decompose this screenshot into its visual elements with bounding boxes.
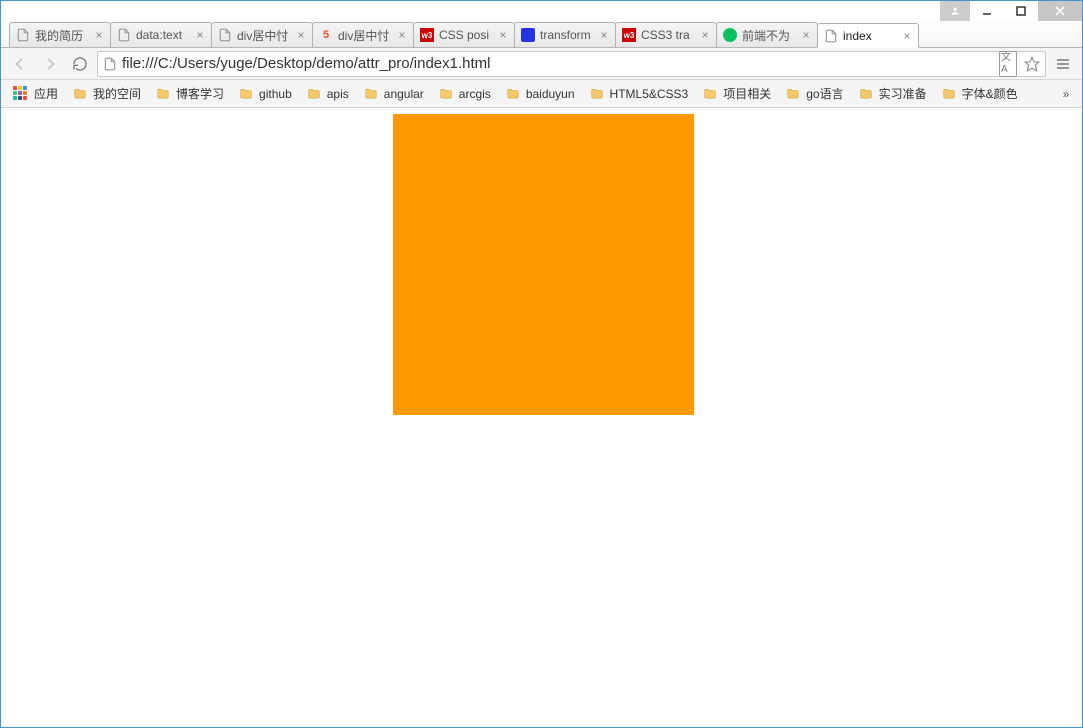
tab-favicon-4: w3	[420, 28, 434, 42]
bookmark-7[interactable]: HTML5&CSS3	[583, 82, 695, 105]
tab-favicon-1	[117, 28, 131, 42]
tab-label-0: 我的简历	[35, 27, 92, 44]
tab-favicon-3: 5	[319, 28, 333, 42]
tab-close-3[interactable]: ×	[395, 28, 409, 42]
tab-8[interactable]: index×	[817, 23, 919, 48]
tab-label-8: index	[843, 29, 900, 43]
bookmark-10[interactable]: 实习准备	[852, 82, 933, 105]
tab-favicon-7	[723, 28, 737, 42]
forward-button[interactable]	[37, 51, 63, 77]
tab-label-6: CSS3 tra	[641, 28, 698, 42]
bookmark-6[interactable]: baiduyun	[499, 82, 581, 105]
user-icon[interactable]	[940, 1, 970, 21]
browser-toolbar: file:///C:/Users/yuge/Desktop/demo/attr_…	[1, 48, 1082, 80]
bookmark-star-icon[interactable]	[1023, 51, 1041, 77]
apps-shortcut[interactable]: 应用	[7, 82, 64, 105]
back-button[interactable]	[7, 51, 33, 77]
tab-label-1: data:text	[136, 28, 193, 42]
bookmark-label-1: 博客学习	[176, 85, 224, 102]
bookmark-9[interactable]: go语言	[779, 82, 849, 105]
folder-icon	[505, 87, 521, 101]
tab-6[interactable]: w3 CSS3 tra×	[615, 22, 717, 47]
bookmark-0[interactable]: 我的空间	[66, 82, 147, 105]
folder-icon	[438, 87, 454, 101]
bookmark-label-7: HTML5&CSS3	[610, 87, 689, 101]
bookmark-label-0: 我的空间	[93, 85, 141, 102]
tab-close-6[interactable]: ×	[698, 28, 712, 42]
bookmark-label-2: github	[259, 87, 292, 101]
tab-close-0[interactable]: ×	[92, 28, 106, 42]
folder-icon	[155, 87, 171, 101]
tab-close-1[interactable]: ×	[193, 28, 207, 42]
tab-2[interactable]: div居中忖×	[211, 22, 313, 47]
tab-close-5[interactable]: ×	[597, 28, 611, 42]
bookmark-label-10: 实习准备	[879, 85, 927, 102]
tab-label-3: div居中忖	[338, 27, 395, 44]
tab-close-7[interactable]: ×	[799, 28, 813, 42]
tab-3[interactable]: 5 div居中忖×	[312, 22, 414, 47]
tab-label-4: CSS posi	[439, 28, 496, 42]
minimize-button[interactable]	[970, 1, 1004, 21]
menu-button[interactable]	[1050, 51, 1076, 77]
tab-label-7: 前端不为	[742, 27, 799, 44]
folder-icon	[785, 87, 801, 101]
tab-favicon-5	[521, 28, 535, 42]
address-bar[interactable]: file:///C:/Users/yuge/Desktop/demo/attr_…	[97, 51, 1046, 77]
bookmark-label-8: 项目相关	[723, 85, 771, 102]
tab-4[interactable]: w3 CSS posi×	[413, 22, 515, 47]
tab-5[interactable]: transform×	[514, 22, 616, 47]
folder-icon	[363, 87, 379, 101]
maximize-button[interactable]	[1004, 1, 1038, 21]
folder-icon	[72, 87, 88, 101]
window-titlebar	[1, 1, 1082, 21]
orange-box	[393, 114, 694, 415]
tab-7[interactable]: 前端不为×	[716, 22, 818, 47]
bookmark-3[interactable]: apis	[300, 82, 355, 105]
tab-favicon-8	[824, 29, 838, 43]
tab-close-8[interactable]: ×	[900, 29, 914, 43]
bookmark-5[interactable]: arcgis	[432, 82, 497, 105]
bookmark-label-5: arcgis	[459, 87, 491, 101]
bookmark-1[interactable]: 博客学习	[149, 82, 230, 105]
tab-favicon-0	[16, 28, 30, 42]
tab-label-5: transform	[540, 28, 597, 42]
page-viewport	[1, 108, 1082, 727]
bookmark-4[interactable]: angular	[357, 82, 430, 105]
folder-icon	[941, 87, 957, 101]
url-text: file:///C:/Users/yuge/Desktop/demo/attr_…	[118, 55, 999, 72]
bookmark-label-11: 字体&颜色	[962, 85, 1018, 102]
bookmark-8[interactable]: 项目相关	[696, 82, 777, 105]
tab-0[interactable]: 我的简历×	[9, 22, 111, 47]
file-icon	[102, 57, 118, 71]
tab-label-2: div居中忖	[237, 27, 294, 44]
tab-close-2[interactable]: ×	[294, 28, 308, 42]
close-button[interactable]	[1038, 1, 1082, 21]
tab-1[interactable]: data:text×	[110, 22, 212, 47]
tab-close-4[interactable]: ×	[496, 28, 510, 42]
bookmark-11[interactable]: 字体&颜色	[935, 82, 1024, 105]
bookmark-label-3: apis	[327, 87, 349, 101]
tab-strip: 我的简历×data:text×div居中忖×5div居中忖×w3CSS posi…	[1, 21, 1082, 48]
bookmarks-overflow-button[interactable]: »	[1056, 87, 1076, 101]
bookmark-label-6: baiduyun	[526, 87, 575, 101]
tab-favicon-6: w3	[622, 28, 636, 42]
folder-icon	[306, 87, 322, 101]
reload-button[interactable]	[67, 51, 93, 77]
apps-icon	[13, 86, 29, 102]
translate-icon[interactable]: 文A	[999, 51, 1017, 77]
bookmark-2[interactable]: github	[232, 82, 298, 105]
folder-icon	[858, 87, 874, 101]
bookmarks-bar: 应用 我的空间 博客学习 github apis angular arcgis baiduy…	[1, 80, 1082, 108]
bookmark-label-4: angular	[384, 87, 424, 101]
bookmark-label-9: go语言	[806, 85, 843, 102]
tab-favicon-2	[218, 28, 232, 42]
folder-icon	[238, 87, 254, 101]
apps-label: 应用	[34, 85, 58, 102]
folder-icon	[702, 87, 718, 101]
folder-icon	[589, 87, 605, 101]
